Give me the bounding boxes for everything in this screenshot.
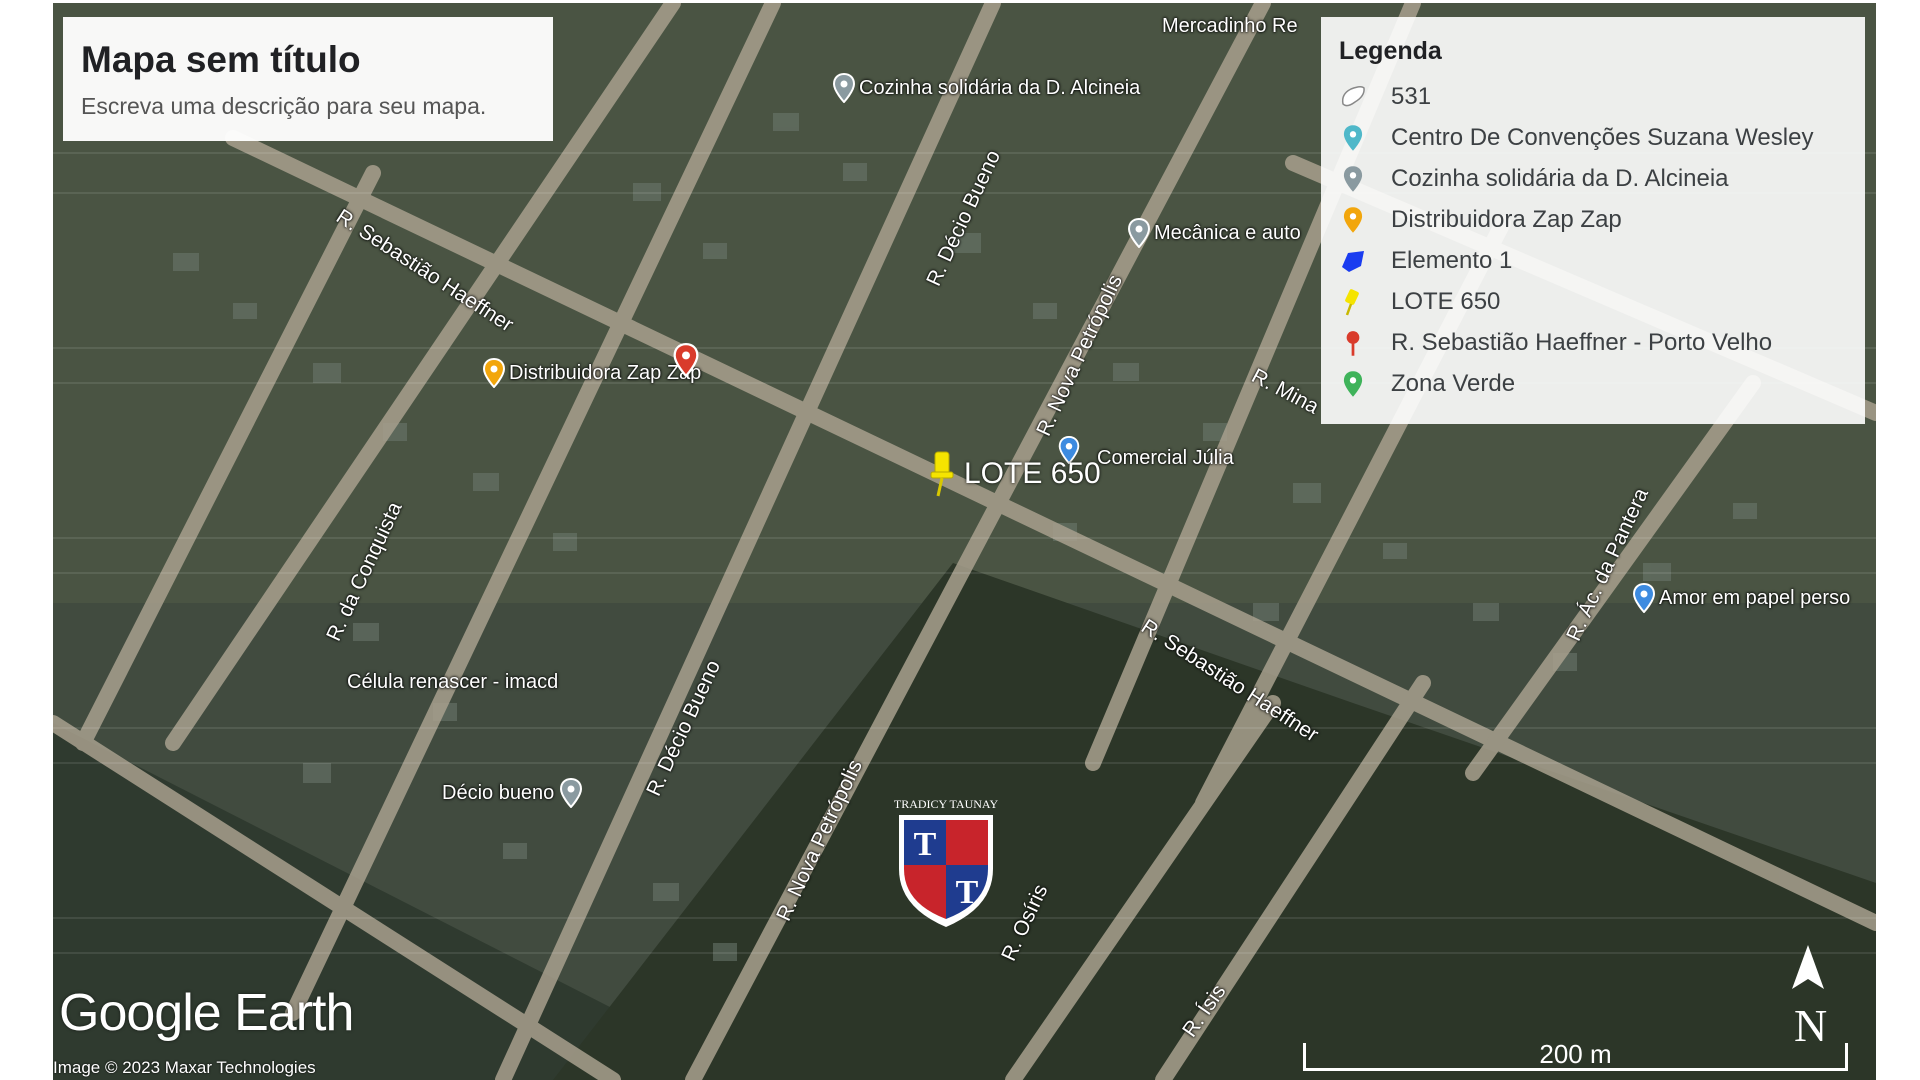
place-label: Mecânica e auto bbox=[1154, 221, 1301, 244]
lote-label: LOTE 650 bbox=[964, 457, 1101, 490]
legend-item[interactable]: Distribuidora Zap Zap bbox=[1339, 199, 1847, 240]
legend-label: Cozinha solidária da D. Alcineia bbox=[1391, 164, 1729, 192]
svg-text:T: T bbox=[914, 826, 937, 863]
map-pin-icon bbox=[1346, 330, 1360, 356]
north-arrow: N bbox=[1788, 943, 1848, 1051]
google-earth-logo: Google Earth bbox=[59, 984, 354, 1042]
place-label: Comercial Júlia bbox=[1097, 446, 1234, 469]
place-label: Mercadinho Re bbox=[1162, 15, 1298, 37]
north-arrow-icon bbox=[1792, 945, 1824, 989]
legend-item[interactable]: R. Sebastião Haeffner - Porto Velho bbox=[1339, 322, 1847, 363]
svg-text:T: T bbox=[956, 874, 979, 911]
shield-logo-icon: T T bbox=[899, 815, 993, 927]
legend-panel: Legenda 531 Centro De Convenções Suzana … bbox=[1321, 17, 1865, 424]
map-pin-icon bbox=[1343, 124, 1363, 151]
legend-item[interactable]: Elemento 1 bbox=[1339, 240, 1847, 281]
legend-item[interactable]: LOTE 650 bbox=[1339, 281, 1847, 322]
legend-label: Centro De Convenções Suzana Wesley bbox=[1391, 123, 1814, 151]
map-title-card[interactable]: Mapa sem título Escreva uma descrição pa… bbox=[63, 17, 553, 141]
satellite-map[interactable]: R. Sebastião Haeffner R. Décio Bueno R. … bbox=[53, 3, 1876, 1080]
scale-bar: 200 m bbox=[1303, 1039, 1848, 1071]
map-pin-icon bbox=[1343, 370, 1363, 397]
legend-heading: Legenda bbox=[1339, 37, 1442, 65]
red-map-pin-icon[interactable] bbox=[673, 343, 699, 377]
place-label: Décio bueno bbox=[442, 781, 555, 804]
place-marker[interactable]: Distribuidora Zap Zap bbox=[483, 358, 701, 388]
legend-item[interactable]: Zona Verde bbox=[1339, 363, 1847, 404]
place-marker[interactable]: Décio bueno bbox=[438, 778, 583, 808]
legend-label: Zona Verde bbox=[1391, 369, 1516, 397]
place-marker[interactable]: Mercadinho Re bbox=[1158, 15, 1298, 38]
scale-label: 200 m bbox=[1539, 1039, 1612, 1069]
place-marker[interactable]: Amor em papel perso bbox=[1633, 583, 1850, 613]
legend-item[interactable]: Centro De Convenções Suzana Wesley bbox=[1339, 117, 1847, 158]
legend-label: 531 bbox=[1391, 82, 1432, 110]
map-title[interactable]: Mapa sem título bbox=[81, 39, 535, 81]
place-label: Cozinha solidária da D. Alcineia bbox=[859, 76, 1141, 99]
map-pin-icon bbox=[1633, 583, 1655, 613]
legend-label: Distribuidora Zap Zap bbox=[1391, 205, 1622, 233]
pushpin-icon bbox=[930, 451, 954, 497]
place-label: Amor em papel perso bbox=[1659, 586, 1851, 609]
legend-list: 531 Centro De Convenções Suzana Wesley C… bbox=[1339, 76, 1847, 404]
place-marker[interactable]: Mecânica e auto bbox=[1128, 218, 1301, 248]
legend-label: LOTE 650 bbox=[1391, 287, 1501, 315]
map-pin-icon bbox=[483, 358, 505, 388]
pushpin-icon bbox=[1345, 288, 1359, 315]
map-pin-icon bbox=[1128, 218, 1150, 248]
watermark-text: TRADICY TAUNAY bbox=[893, 797, 999, 811]
polygon-filled-icon bbox=[1342, 250, 1364, 272]
place-marker[interactable]: Cozinha solidária da D. Alcineia bbox=[833, 73, 1140, 103]
map-pin-icon bbox=[1343, 206, 1363, 233]
place-label: Célula renascer - imacd bbox=[347, 671, 559, 693]
lote-650-marker[interactable]: LOTE 650 bbox=[928, 450, 1101, 498]
imagery-attribution: Image © 2023 Maxar Technologies bbox=[53, 1058, 316, 1077]
legend-label: R. Sebastião Haeffner - Porto Velho bbox=[1391, 328, 1773, 356]
legend-label: Elemento 1 bbox=[1391, 246, 1513, 274]
polygon-outline-icon bbox=[1341, 85, 1365, 106]
map-pin-icon bbox=[833, 73, 855, 103]
legend-item[interactable]: 531 bbox=[1339, 76, 1847, 117]
map-description[interactable]: Escreva uma descrição para seu mapa. bbox=[81, 93, 535, 120]
legend-item[interactable]: Cozinha solidária da D. Alcineia bbox=[1339, 158, 1847, 199]
watermark-crest: TRADICY TAUNAY T T bbox=[891, 797, 1001, 929]
map-pin-icon bbox=[1343, 165, 1363, 192]
map-pin-icon bbox=[560, 778, 583, 808]
place-marker[interactable]: Célula renascer - imacd bbox=[343, 671, 558, 694]
